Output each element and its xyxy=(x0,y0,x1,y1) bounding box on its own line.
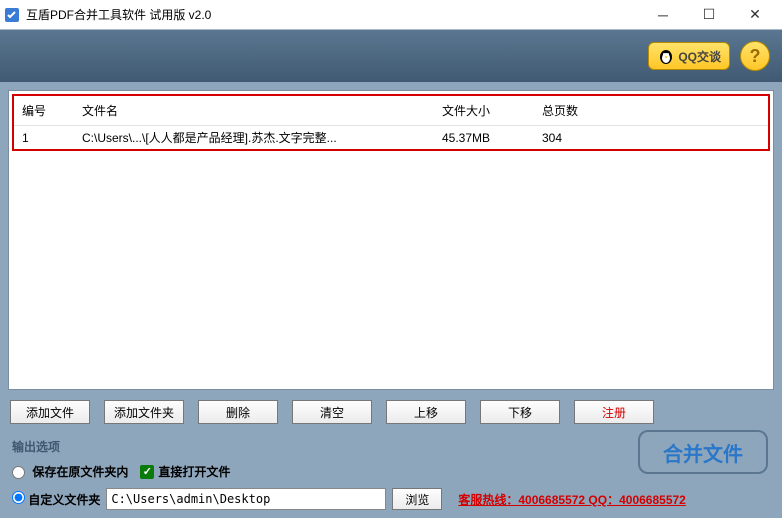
open-direct-checkbox[interactable]: ✓ 直接打开文件 xyxy=(140,463,230,480)
save-original-radio-input[interactable] xyxy=(12,466,25,479)
hotline-link[interactable]: 客服热线：4006685572 QQ：4006685572 xyxy=(458,491,685,508)
qq-chat-button[interactable]: QQ交谈 xyxy=(648,42,730,70)
register-button[interactable]: 注册 xyxy=(574,400,654,424)
add-folder-button[interactable]: 添加文件夹 xyxy=(104,400,184,424)
col-header-id[interactable]: 编号 xyxy=(14,96,74,126)
custom-folder-radio-input[interactable] xyxy=(12,491,25,504)
maximize-button[interactable]: ☐ xyxy=(686,1,732,29)
save-original-radio[interactable]: 保存在原文件夹内 xyxy=(12,463,128,480)
move-up-button[interactable]: 上移 xyxy=(386,400,466,424)
window-controls: ─ ☐ ✕ xyxy=(640,1,778,29)
table-row[interactable]: 1 C:\Users\...\[人人都是产品经理].苏杰.文字完整... 45.… xyxy=(14,126,768,150)
file-list-panel: 编号 文件名 文件大小 总页数 1 C:\Users\...\[人人都是产品经理… xyxy=(8,90,774,390)
action-button-row: 添加文件 添加文件夹 删除 清空 上移 下移 注册 xyxy=(8,398,774,426)
merge-button[interactable]: 合并文件 xyxy=(638,430,768,474)
merge-label: 合并文件 xyxy=(663,438,743,467)
cell-name: C:\Users\...\[人人都是产品经理].苏杰.文字完整... xyxy=(74,126,434,150)
clear-button[interactable]: 清空 xyxy=(292,400,372,424)
top-toolbar: QQ交谈 ? xyxy=(0,30,782,82)
move-down-button[interactable]: 下移 xyxy=(480,400,560,424)
cell-pages: 304 xyxy=(534,126,768,150)
output-section: 合并文件 输出选项 保存在原文件夹内 ✓ 直接打开文件 自定义文件夹 浏览 客服… xyxy=(8,434,774,510)
save-original-label: 保存在原文件夹内 xyxy=(32,465,128,479)
question-icon: ? xyxy=(750,46,761,67)
penguin-icon xyxy=(657,47,675,65)
help-button[interactable]: ? xyxy=(740,41,770,71)
file-table: 编号 文件名 文件大小 总页数 1 C:\Users\...\[人人都是产品经理… xyxy=(14,96,768,149)
open-direct-label: 直接打开文件 xyxy=(158,463,230,480)
close-button[interactable]: ✕ xyxy=(732,1,778,29)
output-path-input[interactable] xyxy=(106,488,386,510)
title-bar: 互盾PDF合并工具软件 试用版 v2.0 ─ ☐ ✕ xyxy=(0,0,782,30)
custom-folder-label: 自定义文件夹 xyxy=(28,493,100,507)
col-header-name[interactable]: 文件名 xyxy=(74,96,434,126)
workspace: 编号 文件名 文件大小 总页数 1 C:\Users\...\[人人都是产品经理… xyxy=(0,82,782,518)
qq-chat-label: QQ交谈 xyxy=(678,48,721,65)
cell-id: 1 xyxy=(14,126,74,150)
col-header-pages[interactable]: 总页数 xyxy=(534,96,768,126)
check-icon: ✓ xyxy=(140,465,154,479)
window-title: 互盾PDF合并工具软件 试用版 v2.0 xyxy=(26,6,640,23)
app-icon xyxy=(4,7,20,23)
file-list-highlight: 编号 文件名 文件大小 总页数 1 C:\Users\...\[人人都是产品经理… xyxy=(12,94,770,151)
cell-size: 45.37MB xyxy=(434,126,534,150)
custom-folder-radio[interactable]: 自定义文件夹 xyxy=(12,491,100,508)
col-header-size[interactable]: 文件大小 xyxy=(434,96,534,126)
add-file-button[interactable]: 添加文件 xyxy=(10,400,90,424)
browse-button[interactable]: 浏览 xyxy=(392,488,442,510)
delete-button[interactable]: 删除 xyxy=(198,400,278,424)
minimize-button[interactable]: ─ xyxy=(640,1,686,29)
